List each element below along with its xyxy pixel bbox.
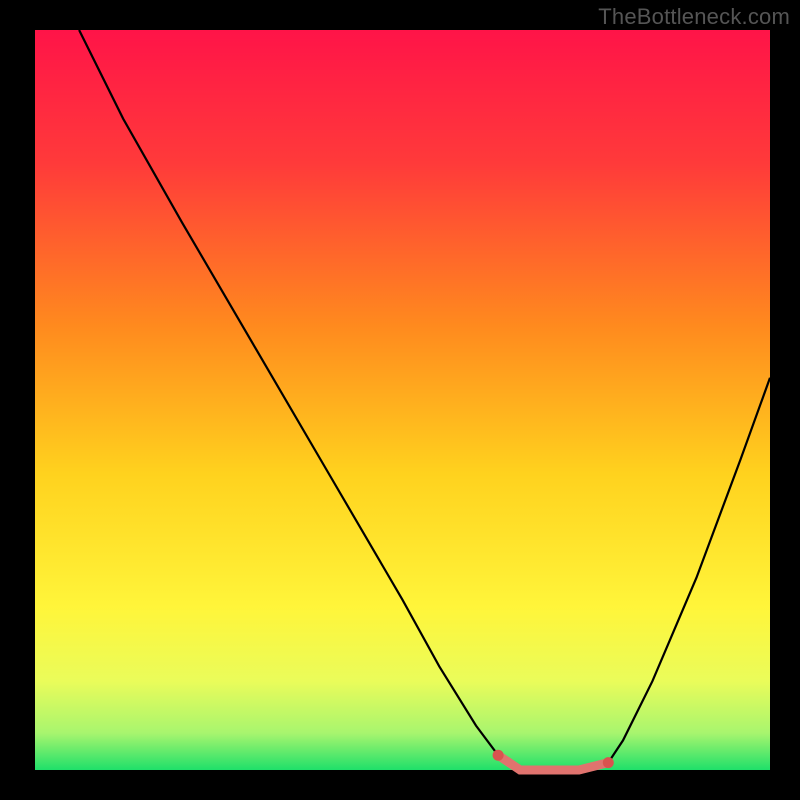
chart-plot-area <box>35 30 770 770</box>
highlight-endpoint-dot <box>493 750 504 761</box>
highlight-endpoint-dot <box>603 757 614 768</box>
bottleneck-chart <box>0 0 800 800</box>
watermark-text: TheBottleneck.com <box>598 4 790 30</box>
